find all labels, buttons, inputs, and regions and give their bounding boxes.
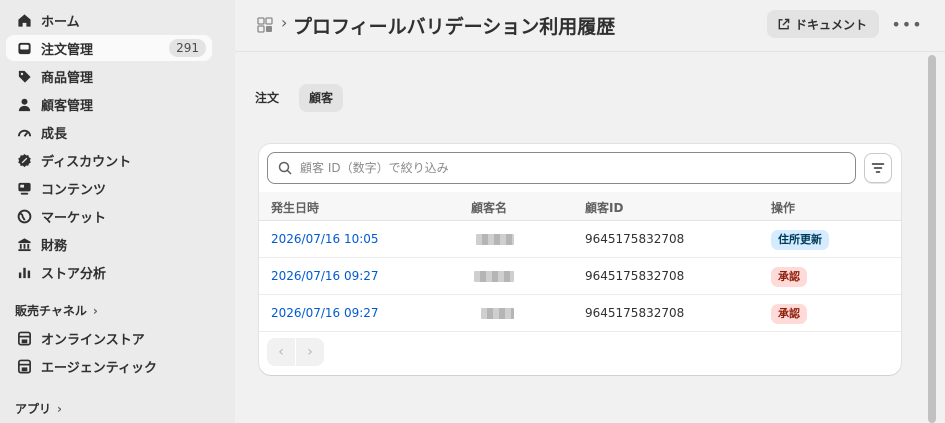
- sidebar-item-label: 財務: [41, 238, 68, 254]
- discount-icon: [16, 152, 32, 168]
- customer-id: 9645175832708: [585, 269, 685, 283]
- chevron-right-icon: ›: [57, 401, 62, 416]
- page-title: プロフィールバリデーション利用履歴: [293, 16, 616, 38]
- external-link-icon: [778, 18, 790, 29]
- status-badge: 承認: [771, 304, 807, 324]
- sidebar-item-label: 顧客管理: [41, 98, 94, 114]
- sidebar: ホーム 注文管理 291 商品管理 顧客管理 成長 ディスカウント コンテンツ …: [0, 0, 235, 423]
- bank-icon: [16, 236, 32, 252]
- filter-icon: [871, 163, 885, 173]
- table-row[interactable]: 2026/07/16 09:27 9645175832708 承認: [259, 258, 901, 295]
- home-icon: [16, 12, 32, 28]
- customer-id: 9645175832708: [585, 306, 685, 320]
- sidebar-item-label: 注文管理: [41, 42, 94, 58]
- tab-customers[interactable]: 顧客: [299, 84, 344, 112]
- documentation-label: ドキュメント: [795, 17, 868, 32]
- breadcrumb-chevron-icon: ›: [281, 13, 288, 32]
- sales-channels-label: 販売チャネル: [15, 304, 87, 318]
- sidebar-item-label: エージェンティック: [41, 360, 157, 376]
- app-grid-icon[interactable]: [257, 17, 273, 33]
- apps-section[interactable]: アプリ ›: [15, 400, 62, 417]
- datetime-link[interactable]: 2026/07/16 10:05: [271, 232, 379, 246]
- pagination: ‹ ›: [267, 338, 325, 368]
- column-header-datetime: 発生日時: [271, 201, 320, 215]
- sidebar-item-customers[interactable]: 顧客管理: [6, 91, 212, 117]
- apps-label: アプリ: [15, 402, 52, 416]
- search-field[interactable]: [267, 152, 856, 184]
- filter-button[interactable]: [864, 153, 892, 183]
- datetime-link[interactable]: 2026/07/16 09:27: [271, 306, 379, 320]
- content-icon: [16, 180, 32, 196]
- sidebar-item-orders[interactable]: 注文管理 291: [6, 35, 212, 61]
- more-actions-button[interactable]: •••: [891, 12, 921, 36]
- person-icon: [16, 96, 32, 112]
- sidebar-item-label: ホーム: [41, 14, 80, 30]
- history-card: 発生日時 顧客名 顧客ID 操作 2026/07/16 10:05 964517…: [259, 144, 901, 375]
- table-row[interactable]: 2026/07/16 10:05 9645175832708 住所更新: [259, 221, 901, 258]
- search-icon: [278, 161, 292, 175]
- column-header-customer-id: 顧客ID: [585, 201, 624, 215]
- status-badge: 住所更新: [771, 230, 829, 250]
- sidebar-item-markets[interactable]: マーケット: [6, 203, 212, 229]
- chevron-right-icon: ›: [92, 303, 98, 318]
- bar-chart-icon: [16, 264, 32, 280]
- sidebar-item-label: オンラインストア: [41, 332, 145, 348]
- gauge-icon: [16, 124, 32, 140]
- tag-icon: [16, 68, 32, 84]
- sidebar-item-label: 商品管理: [41, 70, 94, 86]
- sidebar-item-discounts[interactable]: ディスカウント: [6, 147, 212, 173]
- previous-page-button[interactable]: ‹: [267, 338, 295, 366]
- orders-count-badge: 291: [169, 39, 206, 57]
- main-content: 注文 顧客 発生日時 顧客名 顧客ID 操作 2026/07/16 10:05 …: [235, 52, 929, 423]
- sidebar-item-label: ストア分析: [41, 266, 107, 282]
- sidebar-item-label: コンテンツ: [41, 182, 107, 198]
- sidebar-item-finance[interactable]: 財務: [6, 231, 212, 257]
- status-badge: 承認: [771, 267, 807, 287]
- sidebar-item-content[interactable]: コンテンツ: [6, 175, 212, 201]
- sidebar-item-label: マーケット: [41, 210, 107, 226]
- sales-channels-section[interactable]: 販売チャネル ›: [15, 302, 98, 319]
- sidebar-item-analytics[interactable]: ストア分析: [6, 259, 212, 285]
- customer-id: 9645175832708: [585, 232, 685, 246]
- documentation-button[interactable]: ドキュメント: [767, 10, 879, 38]
- sidebar-item-label: 成長: [41, 126, 68, 142]
- column-header-customer-name: 顧客名: [471, 201, 508, 215]
- table-row[interactable]: 2026/07/16 09:27 9645175832708 承認: [259, 295, 901, 332]
- redacted-customer-name: [476, 234, 514, 245]
- tab-orders[interactable]: 注文: [245, 84, 289, 112]
- globe-icon: [16, 208, 32, 224]
- sidebar-item-growth[interactable]: 成長: [6, 119, 212, 145]
- redacted-customer-name: [481, 308, 514, 319]
- sidebar-item-products[interactable]: 商品管理: [6, 63, 212, 89]
- inbox-icon: [16, 40, 32, 56]
- sidebar-item-home[interactable]: ホーム: [6, 7, 212, 33]
- redacted-customer-name: [474, 271, 514, 282]
- store-icon: [16, 358, 32, 374]
- next-page-button[interactable]: ›: [296, 338, 324, 366]
- search-input[interactable]: [300, 161, 840, 175]
- page-header: › プロフィールバリデーション利用履歴 ドキュメント •••: [235, 0, 945, 52]
- sidebar-item-label: ディスカウント: [41, 154, 132, 170]
- store-icon: [16, 330, 32, 346]
- scrollbar-thumb[interactable]: [928, 55, 936, 423]
- table-header: 発生日時 顧客名 顧客ID 操作: [259, 192, 901, 221]
- datetime-link[interactable]: 2026/07/16 09:27: [271, 269, 379, 283]
- sidebar-item-online-store[interactable]: オンラインストア: [6, 325, 212, 351]
- column-header-action: 操作: [771, 201, 796, 215]
- sidebar-item-agentic[interactable]: エージェンティック: [6, 353, 212, 379]
